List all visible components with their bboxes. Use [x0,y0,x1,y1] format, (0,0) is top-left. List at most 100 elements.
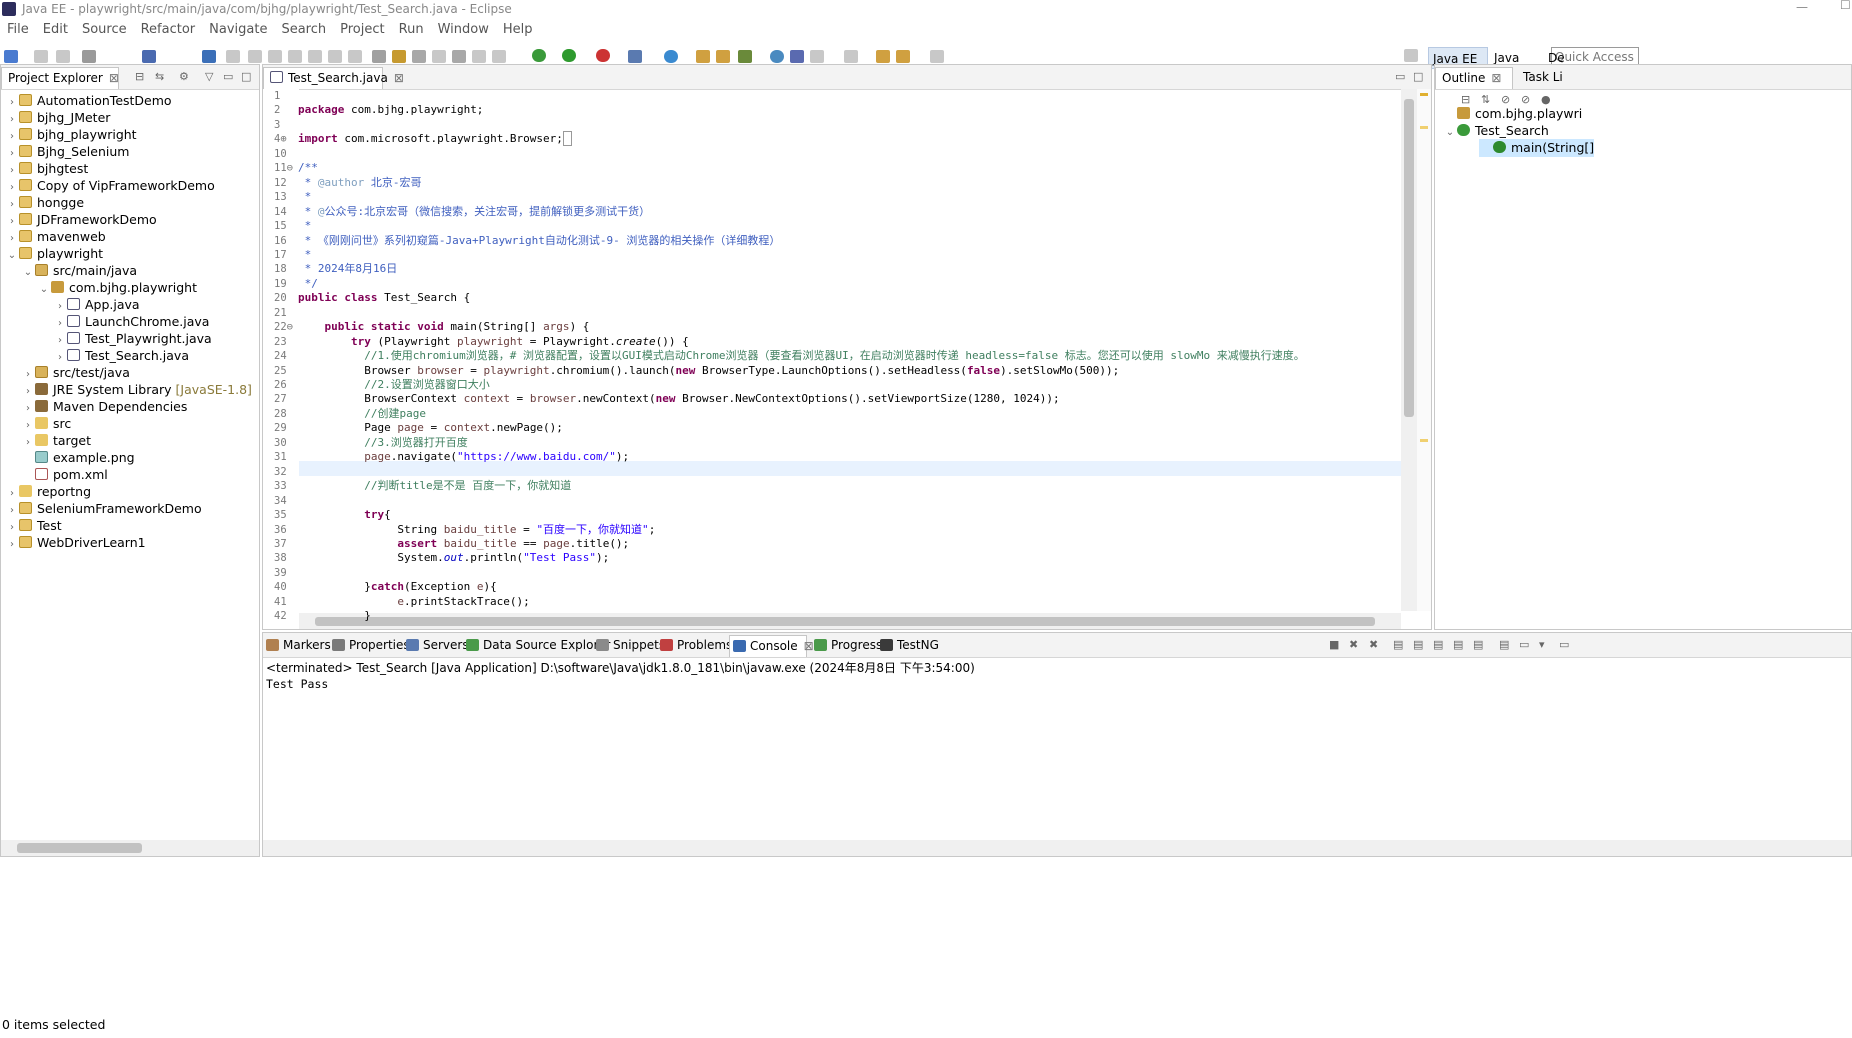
debug-icon[interactable] [532,49,546,62]
code-line[interactable]: try{ [298,508,391,522]
minimize-view-icon[interactable]: ▭ [223,70,233,83]
execute-icon[interactable] [492,50,506,63]
outline-item[interactable]: ⌄ Test_Search [1443,122,1549,140]
overview-marker[interactable] [1420,126,1428,129]
code-line[interactable]: package com.bjhg.playwright; [298,103,483,117]
search-icon[interactable] [738,50,752,63]
link-with-editor-icon[interactable]: ⇆ [155,70,164,83]
display-icon[interactable] [472,50,486,63]
code-line[interactable]: //判断title是不是 百度一下，你就知道 [298,479,571,493]
menu-run[interactable]: Run [399,20,424,40]
drop-to-frame-icon[interactable] [372,50,386,63]
tab-servers[interactable]: Servers [403,635,469,657]
chevron-right-icon[interactable]: › [5,535,19,555]
open-console-icon[interactable]: ▭ [1559,638,1569,651]
open-task-icon[interactable] [716,50,730,63]
code-line[interactable]: //3.浏览器打开百度 [298,436,468,450]
show-when-error-icon[interactable]: ▤ [1473,638,1483,651]
annotation-prev-icon[interactable] [844,50,858,63]
remove-all-terminated-icon[interactable]: ✖ [1369,638,1378,651]
tab-test-search-java[interactable]: Test_Search.java ⊠ [263,67,404,89]
outline-item[interactable]: main(String[] [1479,139,1595,157]
code-line[interactable]: try (Playwright playwright = Playwright.… [298,335,689,349]
web-service-icon[interactable] [790,50,804,63]
save-all-icon[interactable] [56,50,70,63]
maximize-view-icon[interactable]: □ [241,70,251,83]
code-line[interactable]: * [298,248,312,262]
tab-task-list[interactable]: Task Li [1517,67,1569,89]
new-icon[interactable] [4,50,18,63]
menu-navigate[interactable]: Navigate [209,20,267,40]
code-line[interactable]: assert baidu_title == page.title(); [298,537,629,551]
tab-progress[interactable]: Progress [811,635,882,657]
step-over-icon[interactable] [328,50,342,63]
close-icon[interactable]: ⊠ [109,71,119,85]
code-line[interactable]: Page page = context.newPage(); [298,421,563,435]
collapse-all-icon[interactable]: ⊟ [135,70,144,83]
menu-project[interactable]: Project [340,20,384,40]
code-line[interactable]: Browser browser = playwright.chromium().… [298,364,1119,378]
chevron-down-icon[interactable]: ⌄ [1443,124,1457,142]
web-browser-icon[interactable] [770,50,784,63]
code-line[interactable]: * @公众号:北京宏哥（微信搜索，关注宏哥，提前解锁更多测试干货） [298,205,651,219]
forward-icon[interactable] [930,50,944,63]
horizontal-scrollbar[interactable] [1,840,259,856]
open-type-icon[interactable] [696,50,710,63]
terminate-icon[interactable]: ■ [1329,638,1339,651]
code-line[interactable]: //1.使用chromium浏览器，# 浏览器配置，设置以GUI模式启动Chro… [298,349,1305,363]
menu-edit[interactable]: Edit [43,20,68,40]
display-selected-console-icon[interactable]: ▭ [1519,638,1529,651]
step-return-icon[interactable] [348,50,362,63]
tab-testng[interactable]: TestNG [877,635,939,657]
word-wrap-icon[interactable]: ▤ [1433,638,1443,651]
code-line[interactable]: * 《刚刚问世》系列初窥篇-Java+Playwright自动化测试-9- 浏览… [298,234,781,248]
minimize-button[interactable]: — [1796,0,1808,14]
save-icon[interactable] [34,50,48,63]
inspect-icon[interactable] [452,50,466,63]
skip-breakpoints-icon[interactable] [202,50,216,63]
menu-file[interactable]: File [7,20,29,40]
clear-console-icon[interactable]: ▤ [1393,638,1403,651]
tab-data-source-explorer[interactable]: Data Source Explorer [463,635,610,657]
console-output[interactable]: Test Pass [266,677,328,691]
suspend-icon[interactable] [248,50,262,63]
view-menu-icon[interactable]: ▽ [205,70,213,83]
tab-snippets[interactable]: Snippets [593,635,665,657]
outline-item[interactable]: com.bjhg.playwri [1443,105,1582,123]
code-line[interactable]: //2.设置浏览器窗口大小 [298,378,490,392]
filter-icon[interactable]: ⚙ [179,70,189,83]
last-edit-location-icon[interactable] [876,50,890,63]
resume-icon[interactable] [226,50,240,63]
tab-project-explorer[interactable]: Project Explorer ⊠ [1,67,119,89]
code-line[interactable]: * 2024年8月16日 [298,262,398,276]
scrollbar-thumb[interactable] [17,843,142,853]
overview-marker[interactable] [1420,439,1428,442]
menu-search[interactable]: Search [281,20,326,40]
editor-vertical-scrollbar[interactable] [1401,89,1417,611]
tab-console[interactable]: Console ⊠ [729,635,814,657]
tab-properties[interactable]: Properties [329,635,410,657]
maximize-button[interactable]: ☐ [1840,0,1851,12]
open-console-icon[interactable] [142,50,156,63]
menu-source[interactable]: Source [82,20,127,40]
code-line[interactable]: System.out.println("Test Pass"); [298,551,609,565]
watch-icon[interactable] [432,50,446,63]
terminate-icon[interactable] [268,50,282,63]
annotation-next-icon[interactable] [810,50,824,63]
step-into-icon[interactable] [308,50,322,63]
code-line[interactable]: * @author 北京-宏哥 [298,176,422,190]
close-icon[interactable]: ⊠ [1491,71,1501,85]
code-line[interactable]: e.printStackTrace(); [298,595,529,609]
editor-horizontal-scrollbar[interactable] [299,613,1401,629]
maximize-editor-icon[interactable]: □ [1413,70,1423,83]
toggle-breakpoint-icon[interactable] [412,50,426,63]
code-line[interactable]: } [298,609,371,623]
use-step-filters-icon[interactable] [392,50,406,63]
code-line[interactable]: public static void main(String[] args) { [298,320,590,334]
code-line[interactable]: */ [298,277,318,291]
minimize-editor-icon[interactable]: ▭ [1395,70,1405,83]
open-perspective-icon[interactable] [1404,49,1418,62]
scrollbar-thumb[interactable] [1404,99,1414,417]
external-tools-icon[interactable] [628,50,642,63]
menu-refactor[interactable]: Refactor [141,20,196,40]
